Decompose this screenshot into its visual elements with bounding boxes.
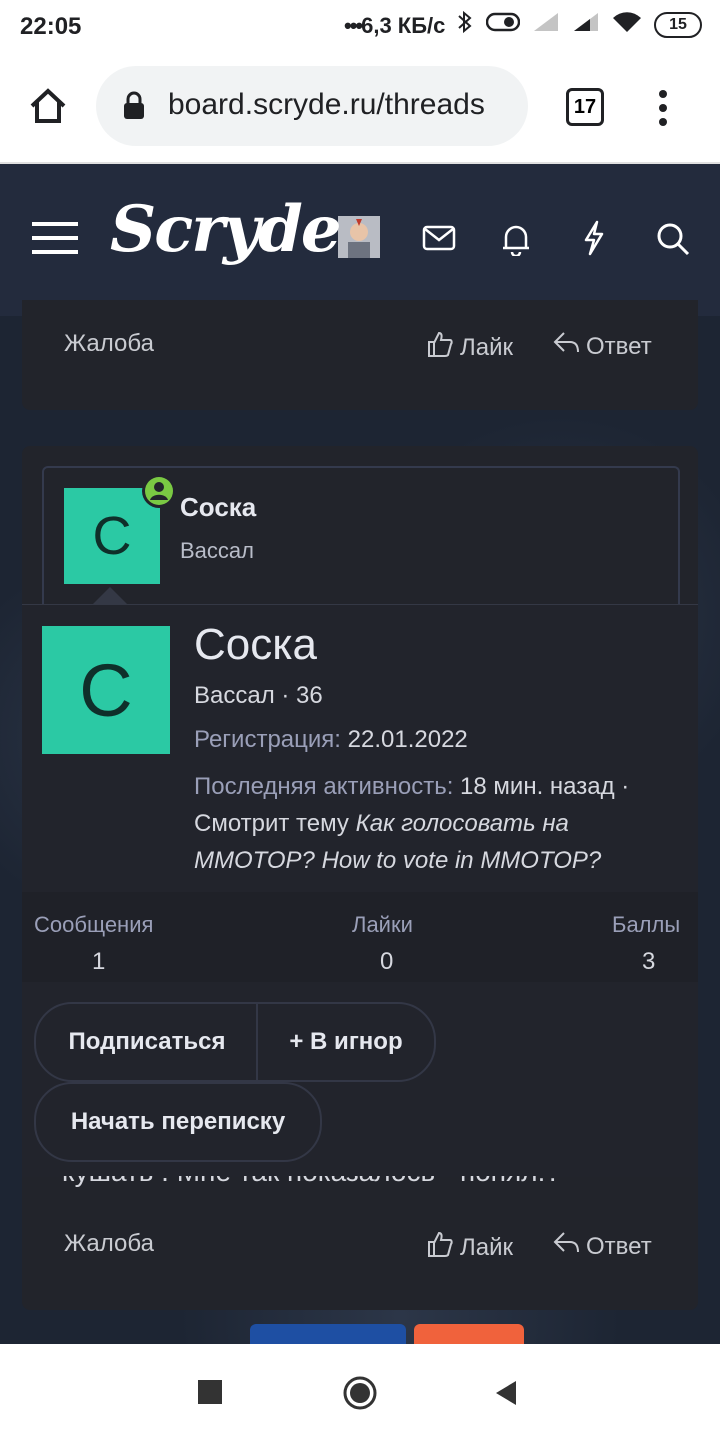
wifi-icon <box>612 11 642 38</box>
lock-icon <box>122 90 146 125</box>
bell-icon[interactable] <box>500 222 532 261</box>
stat-messages-label: Сообщения <box>34 912 154 937</box>
reply-arrow-icon <box>552 1230 580 1263</box>
report-link[interactable]: Жалоба <box>64 330 154 358</box>
url-text: board.scryde.ru/threads <box>168 88 485 121</box>
post-text-fragment: кушать . Мне так показалось - понял!? <box>22 1176 698 1196</box>
ignore-button[interactable]: + В игнор <box>256 1002 436 1082</box>
status-bar: 22:05 •••6,3 КБ/с 15 <box>0 0 720 52</box>
stat-points-value: 3 <box>642 948 656 975</box>
search-icon[interactable] <box>656 222 690 261</box>
bluetooth-icon <box>456 10 474 39</box>
toggle-icon <box>485 11 521 38</box>
stat-points-label: Баллы <box>612 912 681 937</box>
reply-button-bottom[interactable]: Ответ <box>552 1230 652 1263</box>
home-icon[interactable] <box>28 86 68 131</box>
recent-apps-icon[interactable] <box>198 1380 222 1404</box>
signal-weak-icon <box>532 11 560 38</box>
reply-button[interactable]: Ответ <box>552 330 652 363</box>
back-icon[interactable] <box>494 1380 518 1411</box>
share-button-blue[interactable] <box>250 1324 406 1344</box>
like-button-bottom[interactable]: Лайк <box>426 1230 513 1265</box>
report-link-bottom[interactable]: Жалоба <box>64 1230 154 1258</box>
status-icons: 15 <box>456 10 702 39</box>
thumbs-up-icon <box>426 330 454 365</box>
system-navigation-bar <box>0 1344 720 1440</box>
stat-likes-value: 0 <box>380 948 394 975</box>
subscribe-button[interactable]: Подписаться <box>34 1002 260 1082</box>
address-bar[interactable]: board.scryde.ru/threads <box>96 66 528 146</box>
browser-toolbar: board.scryde.ru/threads 17 <box>0 52 720 164</box>
reply-arrow-icon <box>552 330 580 363</box>
stat-messages-value: 1 <box>92 948 106 975</box>
share-button-orange[interactable] <box>414 1324 524 1344</box>
thumbs-up-icon <box>426 1230 454 1265</box>
user-title: Вассал <box>180 538 254 563</box>
online-status-icon <box>142 474 176 508</box>
battery-indicator: 15 <box>654 11 702 38</box>
username-link[interactable]: Соска <box>180 492 256 523</box>
registration-row: Регистрация: 22.01.2022 <box>194 726 468 753</box>
like-button[interactable]: Лайк <box>426 330 513 365</box>
signal-icon <box>572 11 600 38</box>
stats-row: Сообщения 1 Лайки 0 Баллы 3 <box>22 892 698 982</box>
popup-username[interactable]: Соска <box>194 620 317 670</box>
network-speed: •••6,3 КБ/с <box>344 13 446 38</box>
lightning-icon[interactable] <box>582 220 606 261</box>
site-logo[interactable]: Scryde <box>110 192 342 267</box>
site-header <box>0 164 720 316</box>
more-menu-icon[interactable] <box>656 88 670 133</box>
status-time: 22:05 <box>20 13 82 40</box>
home-button-icon[interactable] <box>342 1375 378 1416</box>
popup-title-line: Вассал · 36 <box>194 682 323 709</box>
last-activity-block: Последняя активность: 18 мин. назад · См… <box>194 773 630 874</box>
tooltip-arrow <box>92 587 128 605</box>
mail-icon[interactable] <box>422 224 456 257</box>
hamburger-menu-icon[interactable] <box>32 220 78 261</box>
tabs-button[interactable]: 17 <box>566 88 604 126</box>
start-conversation-button[interactable]: Начать переписку <box>34 1082 322 1162</box>
popup-avatar[interactable]: С <box>42 626 170 754</box>
user-avatar-small[interactable] <box>338 216 380 258</box>
stat-likes-label: Лайки <box>352 912 413 937</box>
